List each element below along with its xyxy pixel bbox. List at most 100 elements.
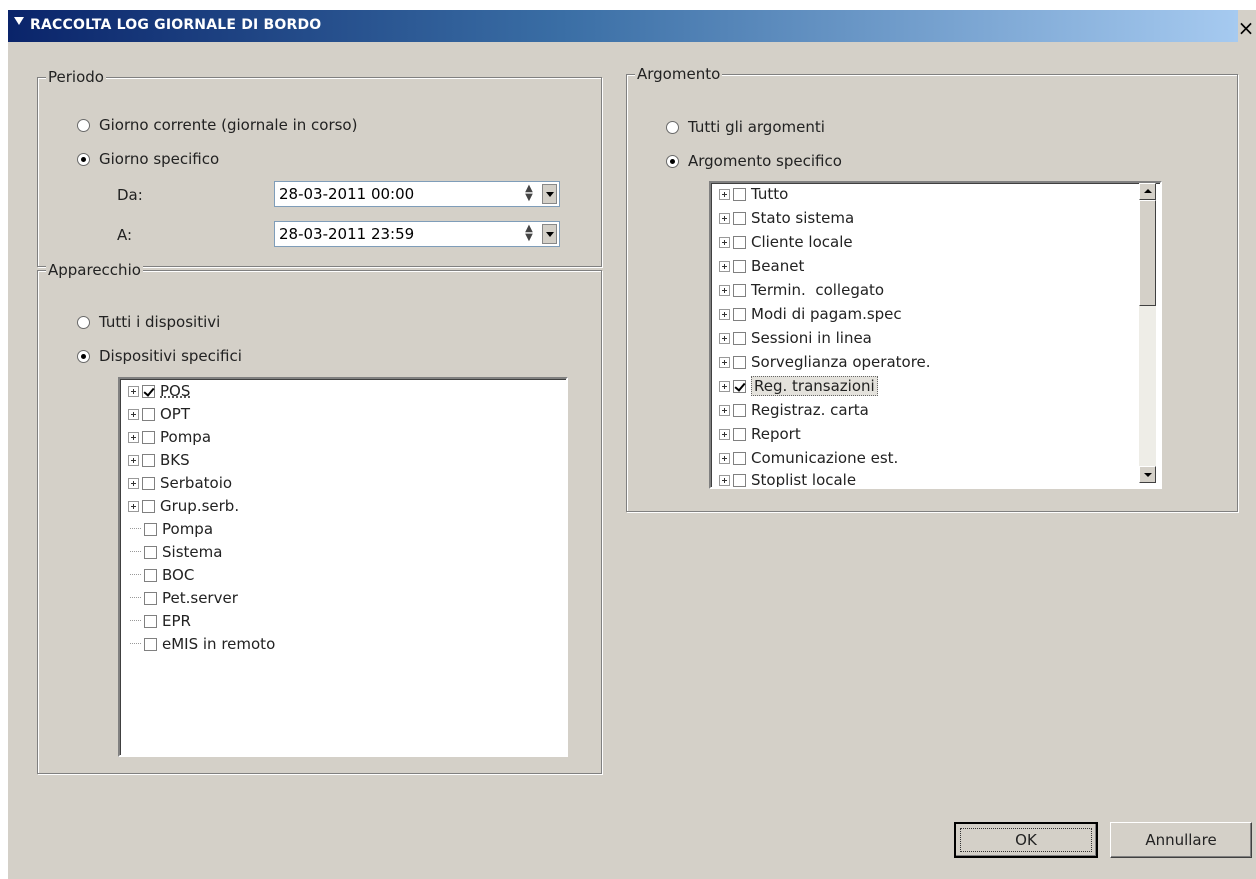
from-datetime-picker[interactable]: 28-03-2011 00:00 ▲ ▼ (274, 181, 560, 207)
scroll-thumb[interactable] (1139, 200, 1156, 306)
checkbox-pompa[interactable] (142, 430, 155, 444)
expand-plus-icon[interactable] (719, 356, 730, 368)
tree-item-opt[interactable]: OPT (128, 403, 190, 425)
checkbox-pos[interactable] (142, 384, 155, 398)
periodo-group: Periodo Giorno corrente (giornale in cor… (37, 68, 602, 267)
expand-plus-icon[interactable] (719, 404, 730, 416)
expand-plus-icon[interactable] (719, 308, 730, 320)
tree-item-cliente-locale[interactable]: Cliente locale (719, 231, 853, 253)
tree-item-stoplist[interactable]: Stoplist locale (719, 469, 856, 487)
radio-circle-icon (77, 349, 90, 363)
tree-item-pompa-2[interactable]: Pompa (130, 518, 213, 540)
expand-plus-icon[interactable] (128, 500, 139, 512)
expand-plus-icon[interactable] (128, 454, 139, 466)
expand-plus-icon[interactable] (719, 284, 730, 296)
tree-item-comunicazione[interactable]: Comunicazione est. (719, 447, 898, 469)
tree-item-modi-pagam[interactable]: Modi di pagam.spec (719, 303, 902, 325)
checkbox-pet-server[interactable] (144, 591, 157, 605)
checkbox-bks[interactable] (142, 453, 155, 467)
radio-giorno-corrente[interactable]: Giorno corrente (giornale in corso) (77, 116, 357, 134)
checkbox-sessioni-linea[interactable] (733, 331, 746, 345)
expand-plus-icon[interactable] (128, 477, 139, 489)
to-datetime-picker[interactable]: 28-03-2011 23:59 ▲ ▼ (274, 221, 560, 247)
cancel-button[interactable]: Annullare (1110, 822, 1252, 858)
tree-connector (130, 574, 141, 576)
expand-plus-icon[interactable] (719, 380, 730, 392)
tree-item-pompa[interactable]: Pompa (128, 426, 211, 448)
tree-item-sessioni-linea[interactable]: Sessioni in linea (719, 327, 872, 349)
scroll-down-arrow-icon[interactable] (1139, 466, 1156, 483)
expand-plus-icon[interactable] (719, 236, 730, 248)
expand-plus-icon[interactable] (128, 431, 139, 443)
expand-plus-icon[interactable] (719, 332, 730, 344)
checkbox-serbatoio[interactable] (142, 476, 155, 490)
checkbox-stoplist[interactable] (733, 473, 746, 487)
radio-dispositivi-specifici[interactable]: Dispositivi specifici (77, 347, 242, 365)
checkbox-sistema[interactable] (144, 545, 157, 559)
checkbox-termin-collegato[interactable] (733, 283, 746, 297)
tree-item-termin-collegato[interactable]: Termin. collegato (719, 279, 884, 301)
expand-plus-icon[interactable] (719, 474, 730, 486)
expand-plus-icon[interactable] (719, 452, 730, 464)
tree-item-registraz-carta[interactable]: Registraz. carta (719, 399, 869, 421)
checkbox-beanet[interactable] (733, 259, 746, 273)
checkbox-epr[interactable] (144, 614, 157, 628)
tree-item-grup-serb[interactable]: Grup.serb. (128, 495, 239, 517)
expand-plus-icon[interactable] (719, 188, 730, 200)
tree-item-stato-sistema[interactable]: Stato sistema (719, 207, 854, 229)
topic-tree[interactable]: Tutto Stato sistema Cliente locale Beane… (709, 181, 1162, 489)
tree-item-sorveglianza[interactable]: Sorveglianza operatore. (719, 351, 931, 373)
from-label: Da: (117, 186, 143, 204)
radio-argomento-specifico[interactable]: Argomento specifico (666, 152, 842, 170)
close-button[interactable]: × (1236, 18, 1256, 38)
tree-item-tutto[interactable]: Tutto (719, 183, 788, 205)
tree-item-emis-remoto[interactable]: eMIS in remoto (130, 633, 275, 655)
checkbox-modi-pagam[interactable] (733, 307, 746, 321)
checkbox-pompa-2[interactable] (144, 522, 157, 536)
checkbox-cliente-locale[interactable] (733, 235, 746, 249)
checkbox-comunicazione[interactable] (733, 451, 746, 465)
expand-plus-icon[interactable] (719, 260, 730, 272)
tree-item-beanet[interactable]: Beanet (719, 255, 804, 277)
checkbox-grup-serb[interactable] (142, 499, 155, 513)
tree-connector (130, 620, 141, 622)
expand-plus-icon[interactable] (128, 408, 139, 420)
tree-item-bks[interactable]: BKS (128, 449, 190, 471)
checkbox-boc[interactable] (144, 568, 157, 582)
chevron-down-icon[interactable] (542, 184, 557, 204)
checkbox-tutto[interactable] (733, 187, 746, 201)
chevron-down-icon[interactable] (542, 224, 557, 244)
tree-item-label: Sorveglianza operatore. (751, 353, 931, 371)
tree-item-reg-transazioni[interactable]: Reg. transazioni (719, 375, 878, 397)
tree-item-serbatoio[interactable]: Serbatoio (128, 472, 232, 494)
radio-tutti-argomenti[interactable]: Tutti gli argomenti (666, 118, 825, 136)
tree-item-epr[interactable]: EPR (130, 610, 191, 632)
checkbox-emis-remoto[interactable] (144, 637, 157, 651)
checkbox-opt[interactable] (142, 407, 155, 421)
tree-item-pet-server[interactable]: Pet.server (130, 587, 238, 609)
checkbox-stato-sistema[interactable] (733, 211, 746, 225)
checkbox-reg-transazioni[interactable] (733, 379, 746, 393)
ok-button[interactable]: OK (954, 822, 1098, 858)
tree-item-report[interactable]: Report (719, 423, 801, 445)
spin-updown-icon[interactable]: ▲ ▼ (519, 224, 539, 244)
checkbox-registraz-carta[interactable] (733, 403, 746, 417)
radio-tutti-dispositivi[interactable]: Tutti i dispositivi (77, 313, 220, 331)
radio-giorno-specifico[interactable]: Giorno specifico (77, 150, 219, 168)
scroll-up-arrow-icon[interactable] (1139, 183, 1156, 200)
tree-item-sistema[interactable]: Sistema (130, 541, 222, 563)
radio-label: Tutti gli argomenti (688, 118, 825, 136)
checkbox-report[interactable] (733, 427, 746, 441)
expand-plus-icon[interactable] (719, 428, 730, 440)
apparecchio-legend: Apparecchio (46, 261, 143, 279)
vertical-scrollbar[interactable] (1139, 183, 1156, 483)
expand-plus-icon[interactable] (128, 385, 139, 397)
expand-plus-icon[interactable] (719, 212, 730, 224)
device-tree[interactable]: POS OPT Pompa BKS Serbatoio Grup.serb. P… (118, 377, 568, 757)
tree-item-label: Sessioni in linea (751, 329, 872, 347)
menu-arrow-icon[interactable] (14, 17, 24, 25)
tree-item-pos[interactable]: POS (128, 380, 190, 402)
spin-updown-icon[interactable]: ▲ ▼ (519, 184, 539, 204)
tree-item-boc[interactable]: BOC (130, 564, 194, 586)
checkbox-sorveglianza[interactable] (733, 355, 746, 369)
